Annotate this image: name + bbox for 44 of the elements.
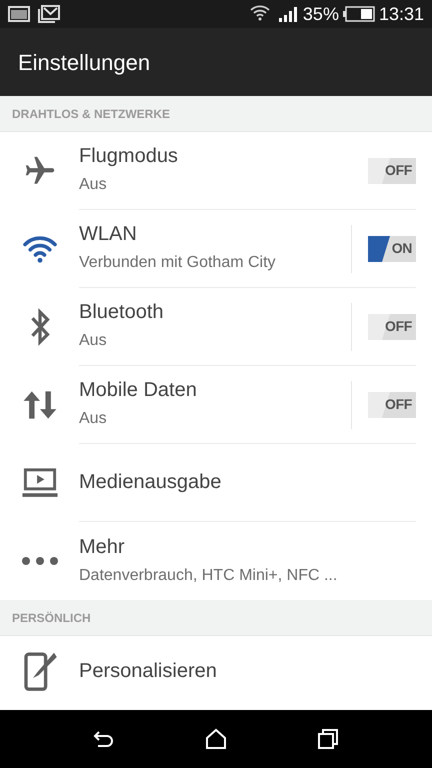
toggle-switch[interactable]: OFF xyxy=(368,314,416,340)
toggle-switch[interactable]: OFF xyxy=(368,392,416,418)
picture-icon xyxy=(8,6,30,22)
switch-label: OFF xyxy=(385,395,412,414)
row-title: Flugmodus xyxy=(79,144,179,169)
row-subtitle: Aus xyxy=(79,409,108,429)
toggle-switch[interactable]: ON xyxy=(368,236,416,262)
back-icon[interactable] xyxy=(93,729,115,749)
row-subtitle: Verbunden mit Gotham City xyxy=(79,253,277,273)
toggle-switch[interactable]: OFF xyxy=(368,158,416,184)
settings-row[interactable]: Flugmodus Aus OFF xyxy=(0,132,432,210)
section-header: PERSÖNLICH xyxy=(0,600,432,636)
screen-play-icon xyxy=(21,468,59,498)
up-down-arrows-icon xyxy=(23,390,57,420)
row-title: WLAN xyxy=(79,222,138,247)
settings-row[interactable]: Bluetooth Aus OFF xyxy=(0,288,432,366)
settings-row[interactable]: Medienausgabe xyxy=(0,444,432,522)
battery-percent: 35% xyxy=(302,2,339,26)
switch-label: ON xyxy=(392,239,412,258)
row-title: Bluetooth xyxy=(79,300,165,325)
more-icon xyxy=(21,556,59,566)
app-title: Einstellungen xyxy=(18,48,150,77)
mail-icon xyxy=(38,5,60,23)
row-title: Medienausgabe xyxy=(79,470,222,495)
switch-label: OFF xyxy=(385,161,412,180)
wifi-icon xyxy=(22,234,58,264)
recent-apps-icon[interactable] xyxy=(317,728,339,750)
settings-row[interactable]: Mobile Daten Aus OFF xyxy=(0,366,432,444)
phone-brush-icon xyxy=(23,650,57,692)
clock: 13:31 xyxy=(378,2,424,26)
row-subtitle: Aus xyxy=(79,175,108,195)
settings-row[interactable]: Mehr Datenverbrauch, HTC Mini+, NFC ... xyxy=(0,522,432,600)
signal-icon xyxy=(278,6,299,22)
settings-row[interactable]: WLAN Verbunden mit Gotham City ON xyxy=(0,210,432,288)
row-title: Mobile Daten xyxy=(79,378,198,403)
row-title: Mehr xyxy=(79,534,126,560)
section-header: DRAHTLOS & NETZWERKE xyxy=(0,96,432,132)
battery-icon xyxy=(342,6,375,22)
row-title: Personalisieren xyxy=(79,658,218,684)
switch-label: OFF xyxy=(385,317,412,336)
home-icon[interactable] xyxy=(205,728,227,750)
settings-row[interactable]: Personalisieren xyxy=(0,636,432,706)
row-subtitle: Aus xyxy=(79,331,108,351)
row-subtitle: Datenverbrauch, HTC Mini+, NFC ... xyxy=(79,566,338,586)
